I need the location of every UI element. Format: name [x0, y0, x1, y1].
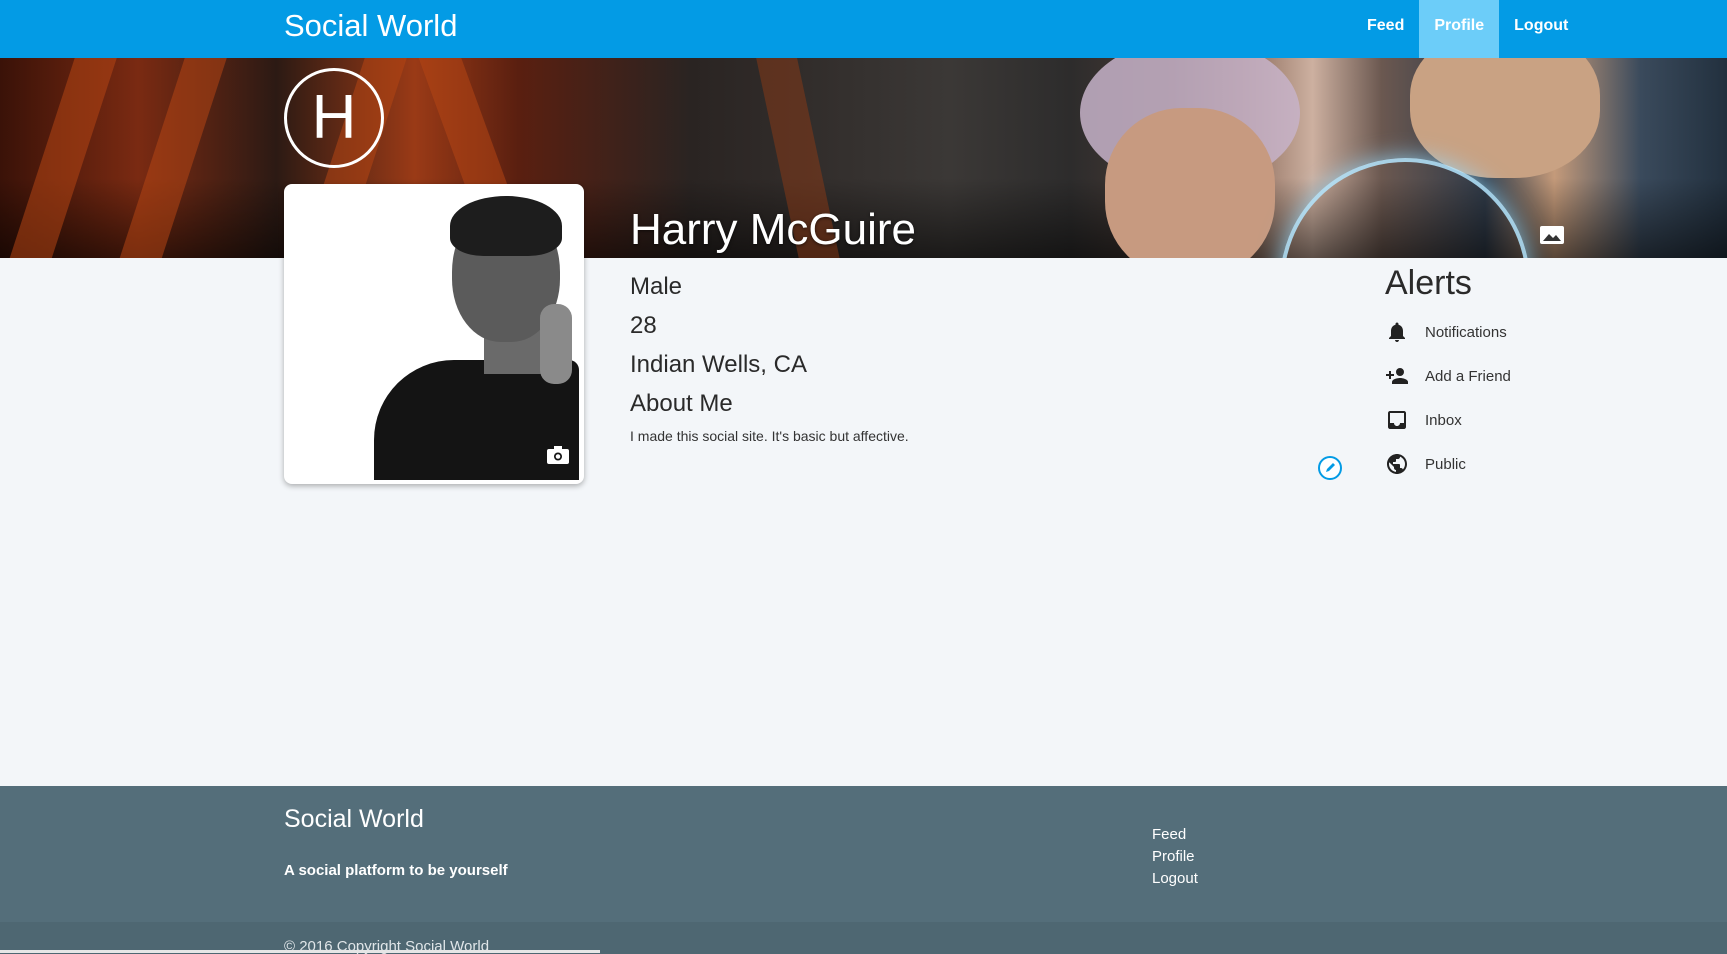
globe-icon	[1387, 454, 1407, 474]
nav-links: Feed Profile Logout	[1352, 0, 1583, 58]
alert-add-friend[interactable]: Add a Friend	[1385, 364, 1511, 388]
alert-notifications[interactable]: Notifications	[1385, 320, 1507, 344]
about-text: I made this social site. It's basic but …	[630, 428, 909, 444]
scroll-indicator	[0, 950, 600, 953]
pencil-icon	[1326, 463, 1335, 472]
photo-art	[540, 304, 572, 384]
footer-link-feed[interactable]: Feed	[1152, 824, 1198, 846]
alert-label: Add a Friend	[1425, 367, 1511, 385]
brand-logo[interactable]: Social World	[284, 8, 457, 44]
footer-link-profile[interactable]: Profile	[1152, 846, 1198, 868]
nav-profile[interactable]: Profile	[1419, 0, 1500, 58]
change-cover-button[interactable]	[1540, 226, 1564, 244]
banner-art	[0, 58, 120, 258]
photo-art	[450, 196, 562, 256]
nav-logout[interactable]: Logout	[1499, 0, 1583, 58]
edit-profile-button[interactable]	[1318, 456, 1342, 480]
banner-art	[110, 58, 230, 258]
image-icon	[1540, 226, 1564, 244]
nav-feed[interactable]: Feed	[1352, 0, 1419, 58]
footer-tagline: A social platform to be yourself	[284, 862, 508, 879]
avatar-initial: H	[284, 68, 384, 168]
alert-inbox[interactable]: Inbox	[1385, 408, 1462, 432]
banner-art	[1105, 108, 1275, 258]
profile-gender: Male	[630, 273, 683, 300]
profile-location: Indian Wells, CA	[630, 351, 807, 378]
change-photo-button[interactable]	[547, 446, 569, 464]
profile-name: Harry McGuire	[630, 205, 917, 254]
alert-label: Notifications	[1425, 323, 1507, 341]
bell-icon	[1389, 322, 1405, 342]
banner-art	[1410, 58, 1600, 178]
profile-age: 28	[630, 312, 657, 339]
inbox-icon	[1388, 411, 1406, 429]
footer-link-logout[interactable]: Logout	[1152, 868, 1198, 890]
about-heading: About Me	[630, 390, 733, 417]
alert-label: Public	[1425, 455, 1466, 473]
footer-links: Feed Profile Logout	[1152, 824, 1198, 890]
top-navbar: Social World Feed Profile Logout	[0, 0, 1727, 58]
alert-public[interactable]: Public	[1385, 452, 1466, 476]
alert-label: Inbox	[1425, 411, 1462, 429]
add-person-icon	[1386, 368, 1408, 384]
camera-icon	[547, 446, 569, 464]
footer-brand: Social World	[284, 805, 424, 833]
profile-photo	[284, 184, 584, 484]
alerts-title: Alerts	[1385, 264, 1472, 302]
